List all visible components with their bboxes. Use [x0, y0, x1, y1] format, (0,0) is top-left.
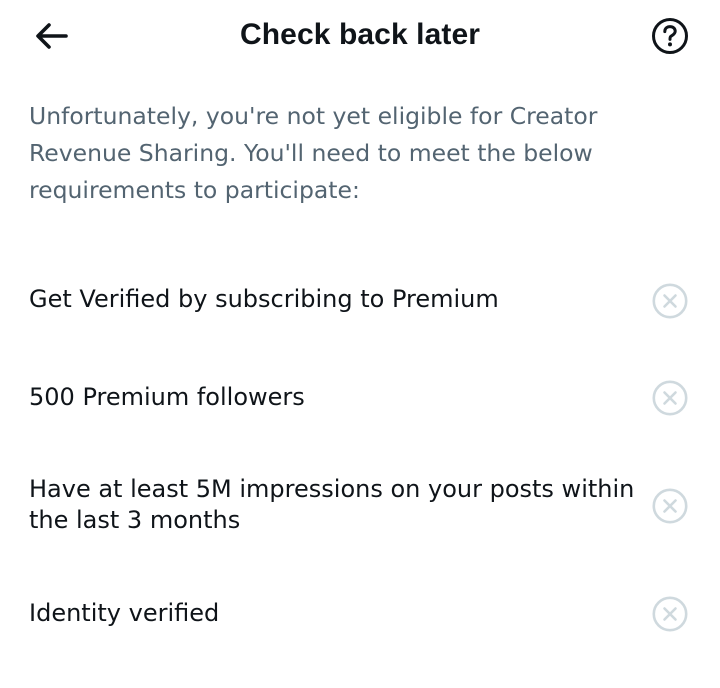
x-circle-icon [652, 596, 688, 632]
x-circle-icon [652, 283, 688, 319]
requirement-label: Get Verified by subscribing to Premium [29, 285, 499, 313]
requirement-label: Have at least 5M impressions on your pos… [29, 475, 635, 534]
requirement-label: Identity verified [29, 599, 220, 627]
x-circle-icon [652, 380, 688, 416]
requirement-label: 500 Premium followers [29, 383, 305, 411]
header-bar: Check back later [0, 0, 720, 72]
eligibility-message: Unfortunately, you're not yet eligible f… [29, 102, 598, 204]
x-circle-icon [652, 488, 688, 524]
question-circle-icon [652, 18, 688, 54]
help-button[interactable] [650, 16, 690, 56]
page-title: Check back later [239, 18, 481, 51]
